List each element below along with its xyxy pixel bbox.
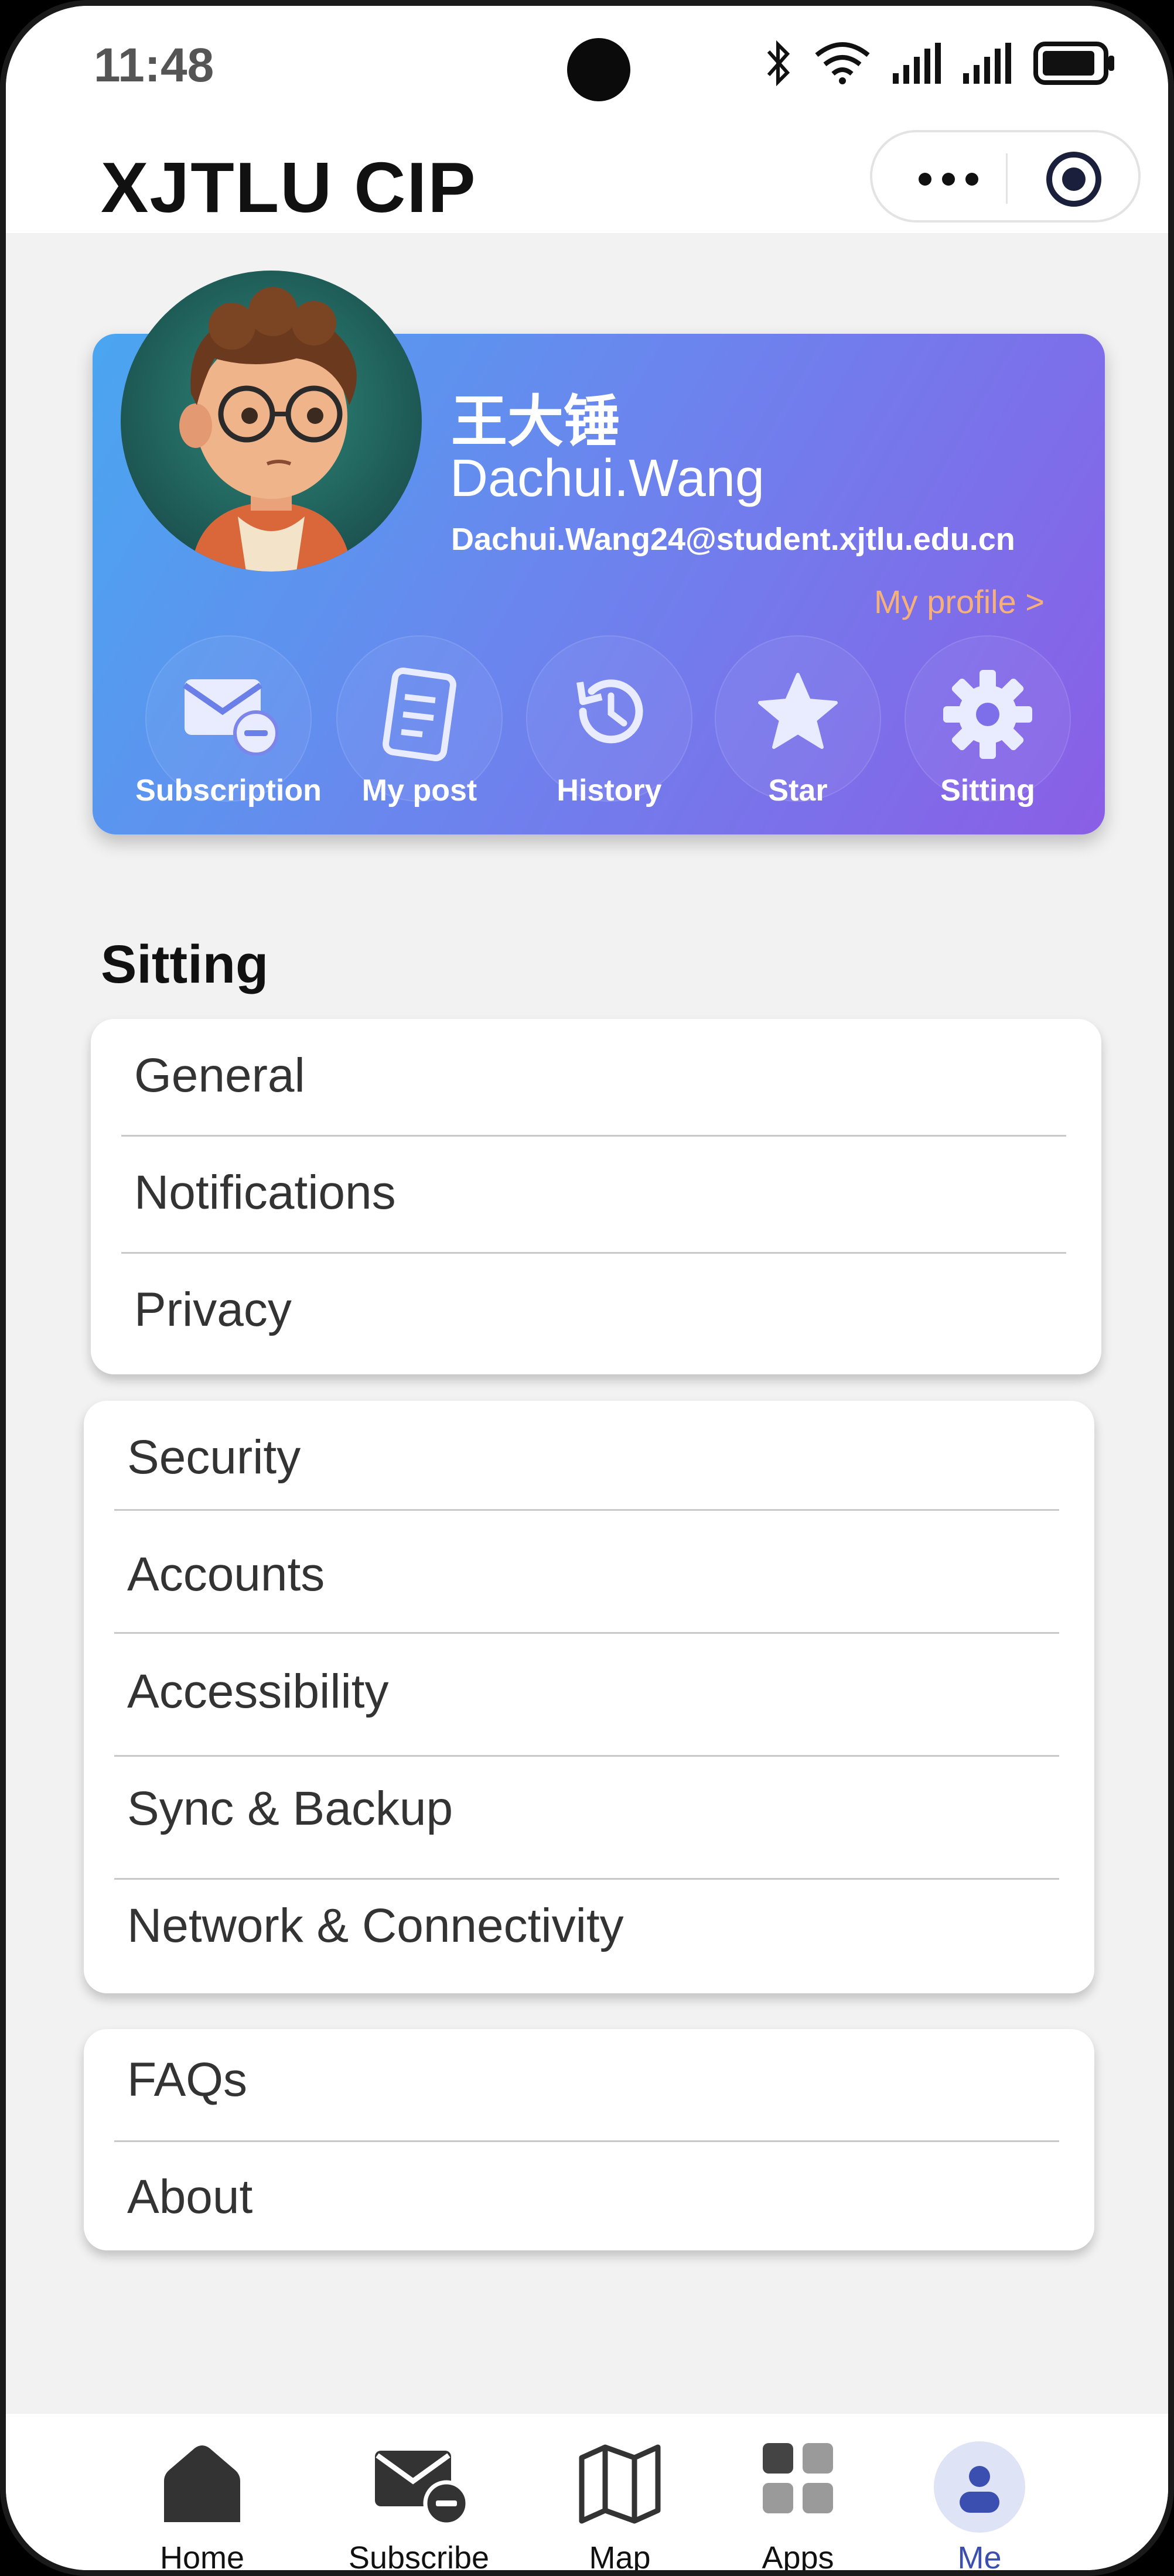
bottom-nav: Home Subscribe Map Apps Me (6, 2414, 1168, 2570)
settings-row-label: Notifications (134, 1166, 396, 1219)
bluetooth-icon (767, 40, 790, 87)
capsule-divider (1006, 153, 1008, 204)
settings-row-label: General (134, 1049, 305, 1102)
document-icon (383, 668, 456, 761)
nav-subscribe[interactable]: Subscribe (343, 2431, 495, 2570)
history-icon (576, 679, 643, 744)
signal-icon (893, 43, 941, 84)
mail-minus-icon (375, 2451, 469, 2527)
row-separator (121, 1135, 1066, 1137)
profile-email: Dachui.Wang24@student.xjtlu.edu.cn (451, 522, 1015, 557)
more-button[interactable] (907, 150, 989, 208)
mini-program-capsule (870, 130, 1141, 223)
quick-action-sitting[interactable]: Sitting (900, 635, 1076, 817)
nav-label: Me (957, 2540, 1002, 2575)
nav-home[interactable]: Home (126, 2431, 278, 2570)
quick-action-star[interactable]: Star (710, 635, 886, 817)
settings-group-3: FAQs About (84, 2029, 1094, 2250)
more-dots-icon (919, 173, 978, 186)
status-time: 11:48 (94, 39, 214, 92)
person-icon (934, 2441, 1025, 2533)
quick-action-label: Subscription (135, 774, 322, 808)
apps-grid-icon (763, 2443, 833, 2513)
settings-row-label: Network & Connectivity (127, 1899, 624, 1952)
row-separator (114, 1878, 1059, 1880)
settings-row-label: Accounts (127, 1548, 325, 1601)
settings-row-label: Accessibility (127, 1665, 389, 1718)
mail-minus-icon (183, 679, 278, 755)
nav-me[interactable]: Me (903, 2431, 1056, 2570)
front-camera (567, 38, 630, 101)
row-separator (114, 1632, 1059, 1634)
quick-action-subscription[interactable]: Subscription (135, 635, 322, 817)
settings-row-label: Security (127, 1431, 301, 1484)
battery-icon (1033, 42, 1114, 85)
settings-row-label: FAQs (127, 2053, 248, 2106)
quick-action-label: Star (768, 774, 828, 808)
settings-group-1: General Notifications Privacy (91, 1019, 1101, 1374)
nav-label: Home (159, 2540, 245, 2575)
wifi-icon (815, 42, 870, 84)
row-separator (121, 1252, 1066, 1254)
nav-label: Apps (762, 2540, 834, 2575)
top-bar: 11:48 XJTLU CIP (6, 6, 1168, 233)
star-icon (758, 673, 838, 749)
avatar[interactable] (121, 271, 422, 572)
quick-action-history[interactable]: History (521, 635, 697, 817)
gear-icon (943, 670, 1032, 759)
status-icons (764, 40, 1115, 87)
avatar-illustration-icon (179, 287, 357, 572)
target-close-icon (1046, 152, 1101, 207)
nav-apps[interactable]: Apps (722, 2431, 874, 2570)
nav-label: Map (589, 2540, 651, 2575)
home-icon (164, 2445, 240, 2522)
settings-row-label: Privacy (134, 1283, 292, 1336)
app-title: XJTLU CIP (101, 148, 477, 227)
profile-name-en: Dachui.Wang (450, 449, 765, 508)
quick-action-label: Sitting (940, 774, 1035, 808)
row-separator (114, 1509, 1059, 1511)
settings-section-title: Sitting (101, 935, 269, 994)
map-icon (579, 2444, 661, 2524)
quick-action-my-post[interactable]: My post (332, 635, 507, 817)
profile-name-cn: 王大锤 (451, 391, 620, 453)
settings-row-label: Sync & Backup (127, 1782, 453, 1835)
row-separator (114, 2140, 1059, 2142)
quick-action-label: My post (361, 774, 477, 808)
settings-row-label: About (127, 2170, 253, 2223)
settings-group-2: Security Accounts Accessibility Sync & B… (84, 1401, 1094, 1993)
nav-map[interactable]: Map (544, 2431, 696, 2570)
signal-icon-2 (963, 43, 1011, 84)
phone-screen: 11:48 XJTLU CIP 王大锤 Dachui.Wang Dachui.W… (0, 0, 1174, 2576)
row-separator (114, 1755, 1059, 1757)
my-profile-link[interactable]: My profile > (874, 583, 1045, 621)
close-mini-program-button[interactable] (1046, 151, 1102, 207)
nav-label: Subscribe (348, 2540, 490, 2575)
